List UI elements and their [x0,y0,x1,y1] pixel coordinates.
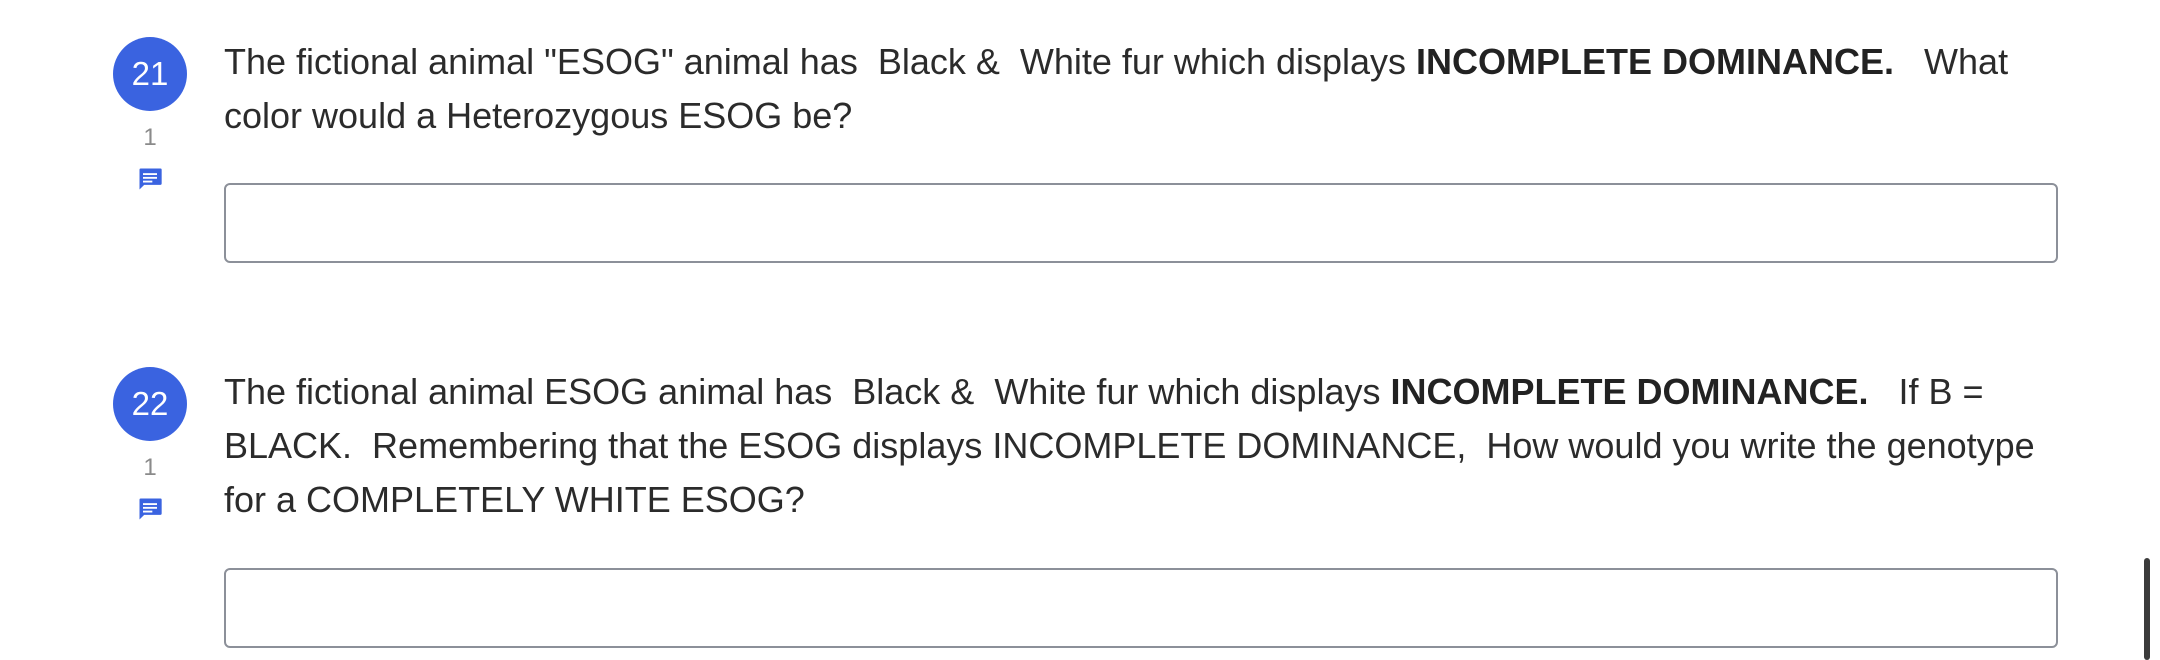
comment-count: 1 [143,124,157,151]
answer-input[interactable] [224,183,2058,263]
question-number-badge: 22 [113,367,187,441]
question-rail: 22 1 [113,367,187,523]
question-text-emphasis: INCOMPLETE DOMINANCE. [1390,371,1869,412]
comment-icon[interactable] [136,165,164,193]
scrollbar-thumb[interactable] [2144,558,2150,660]
question-text: The fictional animal ESOG animal has Bla… [224,365,2064,527]
comment-count: 1 [143,454,157,481]
answer-input[interactable] [224,568,2058,648]
question-rail: 21 1 [113,37,187,193]
question-text-emphasis: INCOMPLETE DOMINANCE. [1416,41,1895,82]
question-text-intro: The fictional animal "ESOG" animal has B… [224,41,1417,82]
question-text-intro: The fictional animal ESOG animal has Bla… [224,371,1391,412]
question-number-badge: 21 [113,37,187,111]
comment-icon[interactable] [136,495,164,523]
question-text: The fictional animal "ESOG" animal has B… [224,35,2064,143]
